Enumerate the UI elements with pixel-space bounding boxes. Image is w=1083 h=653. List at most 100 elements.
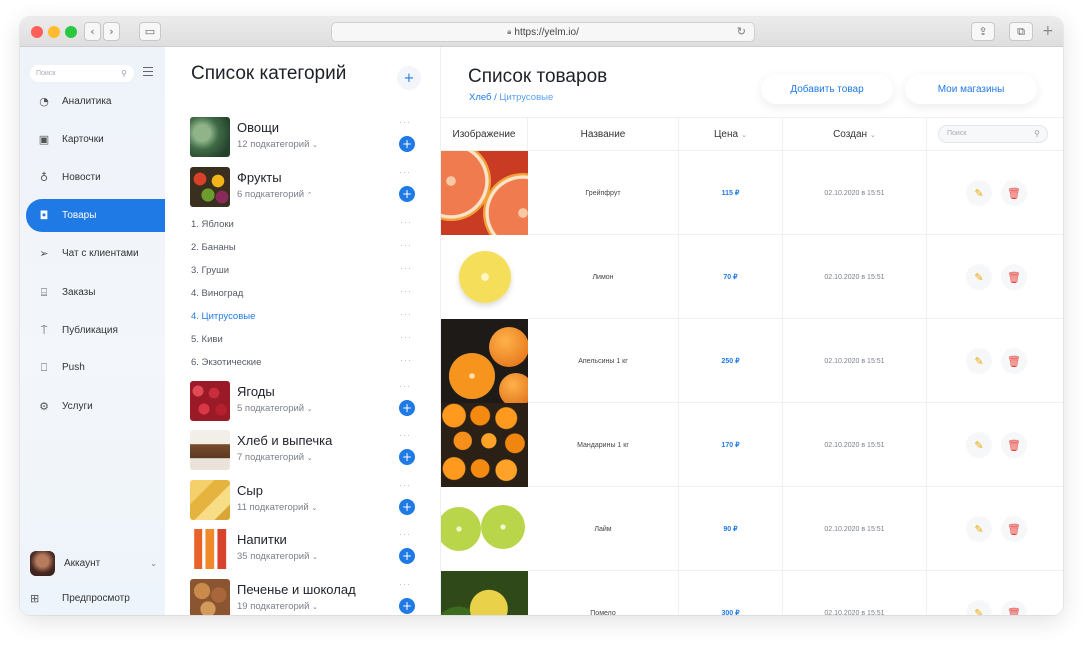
more-icon[interactable]: ··· [400, 263, 412, 273]
close-window-button[interactable] [31, 26, 43, 38]
more-icon[interactable]: ··· [400, 355, 412, 365]
sidebar-item-orders[interactable]: ⌸ Заказы [26, 276, 165, 309]
edit-icon[interactable]: ✎ [966, 432, 992, 458]
preview-button[interactable]: ⊞ Предпросмотр [30, 592, 130, 605]
column-price[interactable]: Цена ⌄ [679, 118, 783, 151]
chevron-down-icon[interactable]: ⌄ [312, 603, 318, 611]
add-subcategory-button[interactable]: + [399, 136, 415, 152]
subcategory-item[interactable]: 4. Виноград ··· [191, 286, 421, 299]
subcategory-item[interactable]: 3. Груши ··· [191, 263, 421, 276]
breadcrumb-parent[interactable]: Хлеб [469, 92, 492, 103]
forward-icon[interactable]: › [103, 22, 120, 41]
more-icon[interactable]: ··· [399, 167, 411, 177]
delete-icon[interactable]: 🗑︎ [1001, 264, 1027, 290]
account-menu[interactable]: Аккаунт ⌄ [30, 549, 157, 577]
more-icon[interactable]: ··· [400, 332, 412, 342]
more-icon[interactable]: ··· [399, 381, 411, 391]
maximize-window-button[interactable] [65, 26, 77, 38]
table-search-input[interactable]: Поиск ⚲ [938, 125, 1048, 143]
subcategory-label: 3. Груши [191, 265, 230, 276]
sidebar-toggle-icon[interactable]: ▭ [139, 22, 161, 41]
publish-icon: ⍑ [40, 323, 48, 337]
edit-icon[interactable]: ✎ [966, 516, 992, 542]
more-icon[interactable]: ··· [399, 529, 411, 539]
table-row[interactable]: Помело 300 ₽ 02.10.2020 в 15:51 ✎ 🗑︎ [441, 571, 1063, 615]
more-icon[interactable]: ··· [399, 480, 411, 490]
subcategory-item[interactable]: 5. Киви ··· [191, 332, 421, 345]
add-subcategory-button[interactable]: + [399, 186, 415, 202]
more-icon[interactable]: ··· [400, 240, 412, 250]
new-tab-icon[interactable]: + [1042, 23, 1054, 39]
edit-icon[interactable]: ✎ [966, 600, 992, 615]
table-row[interactable]: Лимон 70 ₽ 02.10.2020 в 15:51 ✎ 🗑︎ [441, 235, 1063, 319]
category-item[interactable]: Фрукты 6 подкатегорий ⌃ ··· + [190, 167, 425, 209]
sidebar-item-news[interactable]: ♁ Новости [26, 161, 165, 194]
category-item[interactable]: Ягоды 5 подкатегорий ⌄ ··· + [190, 381, 425, 423]
add-subcategory-button[interactable]: + [399, 499, 415, 515]
back-icon[interactable]: ‹ [84, 22, 101, 41]
table-row[interactable]: Мандарины 1 кг 170 ₽ 02.10.2020 в 15:51 … [441, 403, 1063, 487]
subcategory-item-active[interactable]: 4. Цитрусовые ··· [191, 309, 421, 322]
more-icon[interactable]: ··· [400, 286, 412, 296]
minimize-window-button[interactable] [48, 26, 60, 38]
chevron-down-icon[interactable]: ⌄ [312, 141, 318, 149]
category-item[interactable]: Напитки 35 подкатегорий ⌄ ··· + [190, 529, 425, 571]
table-row[interactable]: Апельсины 1 кг 250 ₽ 02.10.2020 в 15:51 … [441, 319, 1063, 403]
sidebar-item-services[interactable]: ⚙ Услуги [26, 390, 165, 423]
sidebar-item-cards[interactable]: ▣ Карточки [26, 123, 165, 156]
column-created[interactable]: Создан ⌄ [783, 118, 927, 151]
category-sub: 35 подкатегорий ⌄ [237, 551, 318, 562]
address-bar[interactable]: 🔒︎ https://yelm.io/ ↻ [331, 22, 755, 42]
category-name: Хлеб и выпечка [237, 433, 333, 448]
add-subcategory-button[interactable]: + [399, 400, 415, 416]
chevron-down-icon[interactable]: ⌄ [307, 454, 313, 462]
subcategory-item[interactable]: 1. Яблоки ··· [191, 217, 421, 230]
chevron-down-icon: ⌄ [870, 130, 876, 139]
category-name: Сыр [237, 483, 263, 498]
subcategory-item[interactable]: 2. Бананы ··· [191, 240, 421, 253]
table-row[interactable]: Грейпфрут 115 ₽ 02.10.2020 в 15:51 ✎ 🗑︎ [441, 151, 1063, 235]
chevron-up-icon[interactable]: ⌃ [307, 191, 313, 199]
menu-icon[interactable] [143, 67, 153, 79]
category-item[interactable]: Овощи 12 подкатегорий ⌄ ··· + [190, 117, 425, 159]
more-icon[interactable]: ··· [399, 117, 411, 127]
chevron-down-icon[interactable]: ⌄ [307, 405, 313, 413]
delete-icon[interactable]: 🗑︎ [1001, 432, 1027, 458]
add-product-button[interactable]: Добавить товар [761, 74, 893, 104]
more-icon[interactable]: ··· [400, 309, 412, 319]
add-subcategory-button[interactable]: + [399, 449, 415, 465]
search-icon: ⚲ [1034, 129, 1040, 138]
sidebar-item-publish[interactable]: ⍑ Публикация [26, 314, 165, 347]
table-row[interactable]: Лайм 90 ₽ 02.10.2020 в 15:51 ✎ 🗑︎ [441, 487, 1063, 571]
sidebar-item-push[interactable]: ⎕ Push [26, 351, 165, 384]
category-item[interactable]: Печенье и шоколад 19 подкатегорий ⌄ ··· … [190, 579, 425, 615]
delete-icon[interactable]: 🗑︎ [1001, 600, 1027, 615]
more-icon[interactable]: ··· [399, 430, 411, 440]
subcategory-label: 2. Бананы [191, 242, 236, 253]
add-subcategory-button[interactable]: + [399, 548, 415, 564]
share-icon[interactable]: ⇪ [971, 22, 995, 41]
category-item[interactable]: Хлеб и выпечка 7 подкатегорий ⌄ ··· + [190, 430, 425, 472]
my-shops-button[interactable]: Мои магазины [905, 74, 1037, 104]
edit-icon[interactable]: ✎ [966, 180, 992, 206]
add-subcategory-button[interactable]: + [399, 598, 415, 614]
delete-icon[interactable]: 🗑︎ [1001, 516, 1027, 542]
sidebar-item-products[interactable]: ◘ Товары [26, 199, 165, 232]
more-icon[interactable]: ··· [399, 579, 411, 589]
sidebar-item-analytics[interactable]: ◔ Аналитика [26, 85, 165, 118]
edit-icon[interactable]: ✎ [966, 348, 992, 374]
add-category-button[interactable]: + [397, 66, 421, 90]
sidebar-item-chat[interactable]: ➢ Чат с клиентами [26, 237, 165, 270]
sidebar-search-input[interactable]: Поиск ⚲ [30, 65, 134, 82]
edit-icon[interactable]: ✎ [966, 264, 992, 290]
chevron-down-icon[interactable]: ⌄ [312, 553, 318, 561]
grid-icon: ⊞ [30, 592, 40, 605]
delete-icon[interactable]: 🗑︎ [1001, 348, 1027, 374]
delete-icon[interactable]: 🗑︎ [1001, 180, 1027, 206]
category-item[interactable]: Сыр 11 подкатегорий ⌄ ··· + [190, 480, 425, 522]
more-icon[interactable]: ··· [400, 217, 412, 227]
subcategory-item[interactable]: 6. Экзотические ··· [191, 355, 421, 368]
chevron-down-icon[interactable]: ⌄ [311, 504, 317, 512]
reload-icon[interactable]: ↻ [737, 25, 746, 38]
tabs-icon[interactable]: ⧉ [1009, 22, 1033, 41]
